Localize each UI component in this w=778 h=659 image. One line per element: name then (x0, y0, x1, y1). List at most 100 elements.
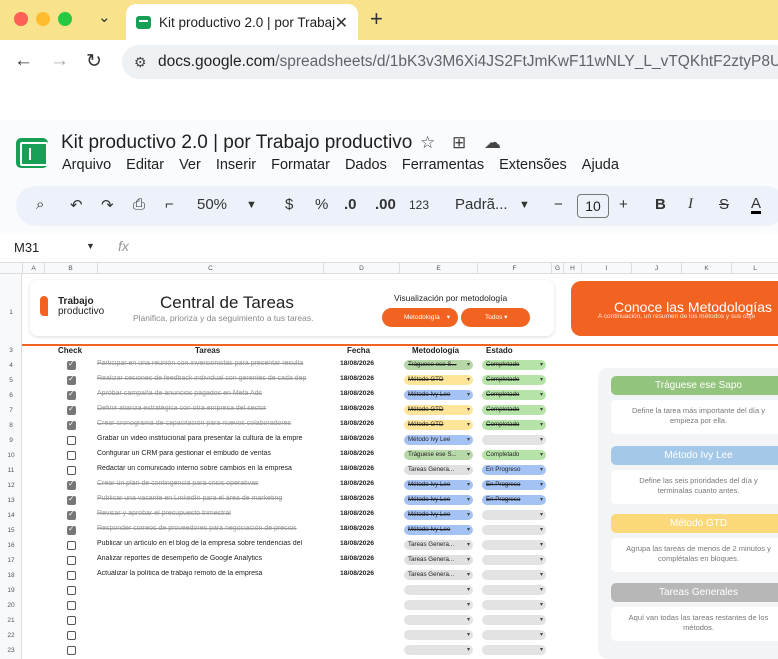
row-header-1[interactable]: 1 (0, 309, 22, 316)
font-select[interactable]: Padrã... (455, 196, 508, 213)
increase-font-size-icon[interactable]: + (619, 196, 628, 213)
status-dropdown[interactable] (482, 585, 546, 595)
task-date[interactable]: 18/08/2026 (340, 405, 374, 412)
method-dropdown[interactable]: Método Ivy Lee (404, 510, 473, 520)
task-checkbox[interactable] (67, 466, 76, 475)
row-header-21[interactable]: 21 (0, 617, 22, 624)
bold-button[interactable]: B (655, 196, 666, 213)
task-checkbox[interactable] (67, 374, 76, 385)
task-text[interactable]: Crear un plan de contingencia para crisi… (97, 480, 323, 487)
site-settings-icon[interactable]: ⚙ (134, 45, 147, 79)
cloud-status-icon[interactable]: ☁ (484, 133, 501, 153)
reload-icon[interactable]: ↻ (86, 50, 102, 73)
status-dropdown[interactable] (482, 540, 546, 550)
column-header-d[interactable]: D (323, 263, 399, 274)
status-filter-dropdown[interactable]: Todos ▾ (461, 308, 530, 327)
row-header-14[interactable]: 14 (0, 512, 22, 519)
column-header-j[interactable]: J (631, 263, 681, 274)
task-checkbox[interactable] (67, 436, 76, 445)
name-box-chevron-icon[interactable]: ▼ (86, 241, 95, 251)
row-header-22[interactable]: 22 (0, 632, 22, 639)
task-checkbox[interactable] (67, 631, 76, 640)
menu-item-dados[interactable]: Dados (345, 157, 387, 173)
menu-item-inserir[interactable]: Inserir (216, 157, 256, 173)
row-header-8[interactable]: 8 (0, 422, 22, 429)
method-dropdown[interactable]: Tareas Genera... (404, 465, 473, 475)
row-header-6[interactable]: 6 (0, 392, 22, 399)
task-date[interactable]: 18/08/2026 (340, 360, 374, 367)
task-date[interactable]: 18/08/2026 (340, 465, 374, 472)
task-checkbox[interactable] (67, 494, 76, 505)
row-header-17[interactable]: 17 (0, 557, 22, 564)
task-text[interactable]: Aprobar campaña de anuncios pagados en M… (97, 390, 323, 397)
minimize-window-dot[interactable] (36, 12, 50, 26)
task-date[interactable]: 18/08/2026 (340, 420, 374, 427)
menu-item-arquivo[interactable]: Arquivo (62, 157, 111, 173)
row-header-19[interactable]: 19 (0, 587, 22, 594)
menu-item-extensões[interactable]: Extensões (499, 157, 567, 173)
row-header-23[interactable]: 23 (0, 647, 22, 654)
menu-item-ferramentas[interactable]: Ferramentas (402, 157, 484, 173)
column-header-k[interactable]: K (681, 263, 731, 274)
task-date[interactable]: 18/08/2026 (340, 525, 374, 532)
browser-tab[interactable]: Kit productivo 2.0 | por Trabaj ✕ (126, 4, 358, 40)
method-dropdown[interactable]: Método GTD (404, 405, 473, 415)
task-checkbox[interactable] (67, 646, 76, 655)
method-dropdown[interactable]: Método Ivy Lee (404, 435, 473, 445)
task-checkbox[interactable] (67, 509, 76, 520)
column-header-h[interactable]: H (563, 263, 581, 274)
status-dropdown[interactable] (482, 435, 546, 445)
task-date[interactable]: 18/08/2026 (340, 540, 374, 547)
task-checkbox[interactable] (67, 616, 76, 625)
method-dropdown[interactable]: Método Ivy Lee (404, 495, 473, 505)
method-dropdown[interactable]: Tareas Genera... (404, 570, 473, 580)
zoom-select[interactable]: 50% (197, 196, 227, 213)
increase-decimal-button[interactable]: .00 (375, 196, 396, 213)
status-dropdown[interactable]: Completado (482, 405, 546, 415)
status-dropdown[interactable] (482, 570, 546, 580)
task-checkbox[interactable] (67, 451, 76, 460)
task-text[interactable]: Publicar una vacante en LinkedIn para el… (97, 495, 323, 502)
task-checkbox[interactable] (67, 524, 76, 535)
status-dropdown[interactable] (482, 510, 546, 520)
column-header-c[interactable]: C (97, 263, 323, 274)
task-checkbox[interactable] (67, 556, 76, 565)
row-header-10[interactable]: 10 (0, 452, 22, 459)
task-text[interactable]: Crear cronograma de capacitación para nu… (97, 420, 323, 427)
row-header-5[interactable]: 5 (0, 377, 22, 384)
menu-item-formatar[interactable]: Formatar (271, 157, 330, 173)
row-header-7[interactable]: 7 (0, 407, 22, 414)
status-dropdown[interactable]: En Progreso (482, 495, 546, 505)
task-date[interactable]: 18/08/2026 (340, 435, 374, 442)
status-dropdown[interactable] (482, 555, 546, 565)
task-text[interactable]: Responder correos de proveedores para ne… (97, 525, 323, 532)
new-tab-icon[interactable]: + (370, 6, 383, 32)
task-date[interactable]: 18/08/2026 (340, 555, 374, 562)
task-date[interactable]: 18/08/2026 (340, 390, 374, 397)
zoom-chevron-icon[interactable]: ▼ (246, 199, 257, 211)
method-dropdown[interactable]: Tráguese ese S... (404, 360, 473, 370)
currency-button[interactable]: $ (285, 196, 293, 213)
column-header-b[interactable]: B (44, 263, 96, 274)
status-dropdown[interactable]: Completado (482, 375, 546, 385)
status-dropdown[interactable] (482, 630, 546, 640)
maximize-window-dot[interactable] (58, 12, 72, 26)
column-header-f[interactable]: F (477, 263, 551, 274)
task-checkbox[interactable] (67, 389, 76, 400)
status-dropdown[interactable]: En Progreso (482, 480, 546, 490)
method-dropdown[interactable]: Método Ivy Lee (404, 525, 473, 535)
row-header-15[interactable]: 15 (0, 527, 22, 534)
task-checkbox[interactable] (67, 571, 76, 580)
task-text[interactable]: Realizar sesiones de feedback individual… (97, 375, 323, 382)
task-date[interactable]: 18/08/2026 (340, 570, 374, 577)
method-dropdown[interactable]: Método GTD (404, 375, 473, 385)
url-input[interactable]: ⚙ docs.google.com/spreadsheets/d/1bK3v3M6… (122, 45, 778, 79)
close-window-dot[interactable] (14, 12, 28, 26)
sheets-logo-icon[interactable] (16, 138, 48, 168)
task-text[interactable]: Configurar un CRM para gestionar el embu… (97, 450, 323, 457)
task-checkbox[interactable] (67, 601, 76, 610)
document-title[interactable]: Kit productivo 2.0 | por Trabajo product… (61, 132, 412, 154)
font-chevron-icon[interactable]: ▼ (519, 199, 530, 211)
font-size-input[interactable]: 10 (577, 194, 609, 218)
menu-item-editar[interactable]: Editar (126, 157, 164, 173)
